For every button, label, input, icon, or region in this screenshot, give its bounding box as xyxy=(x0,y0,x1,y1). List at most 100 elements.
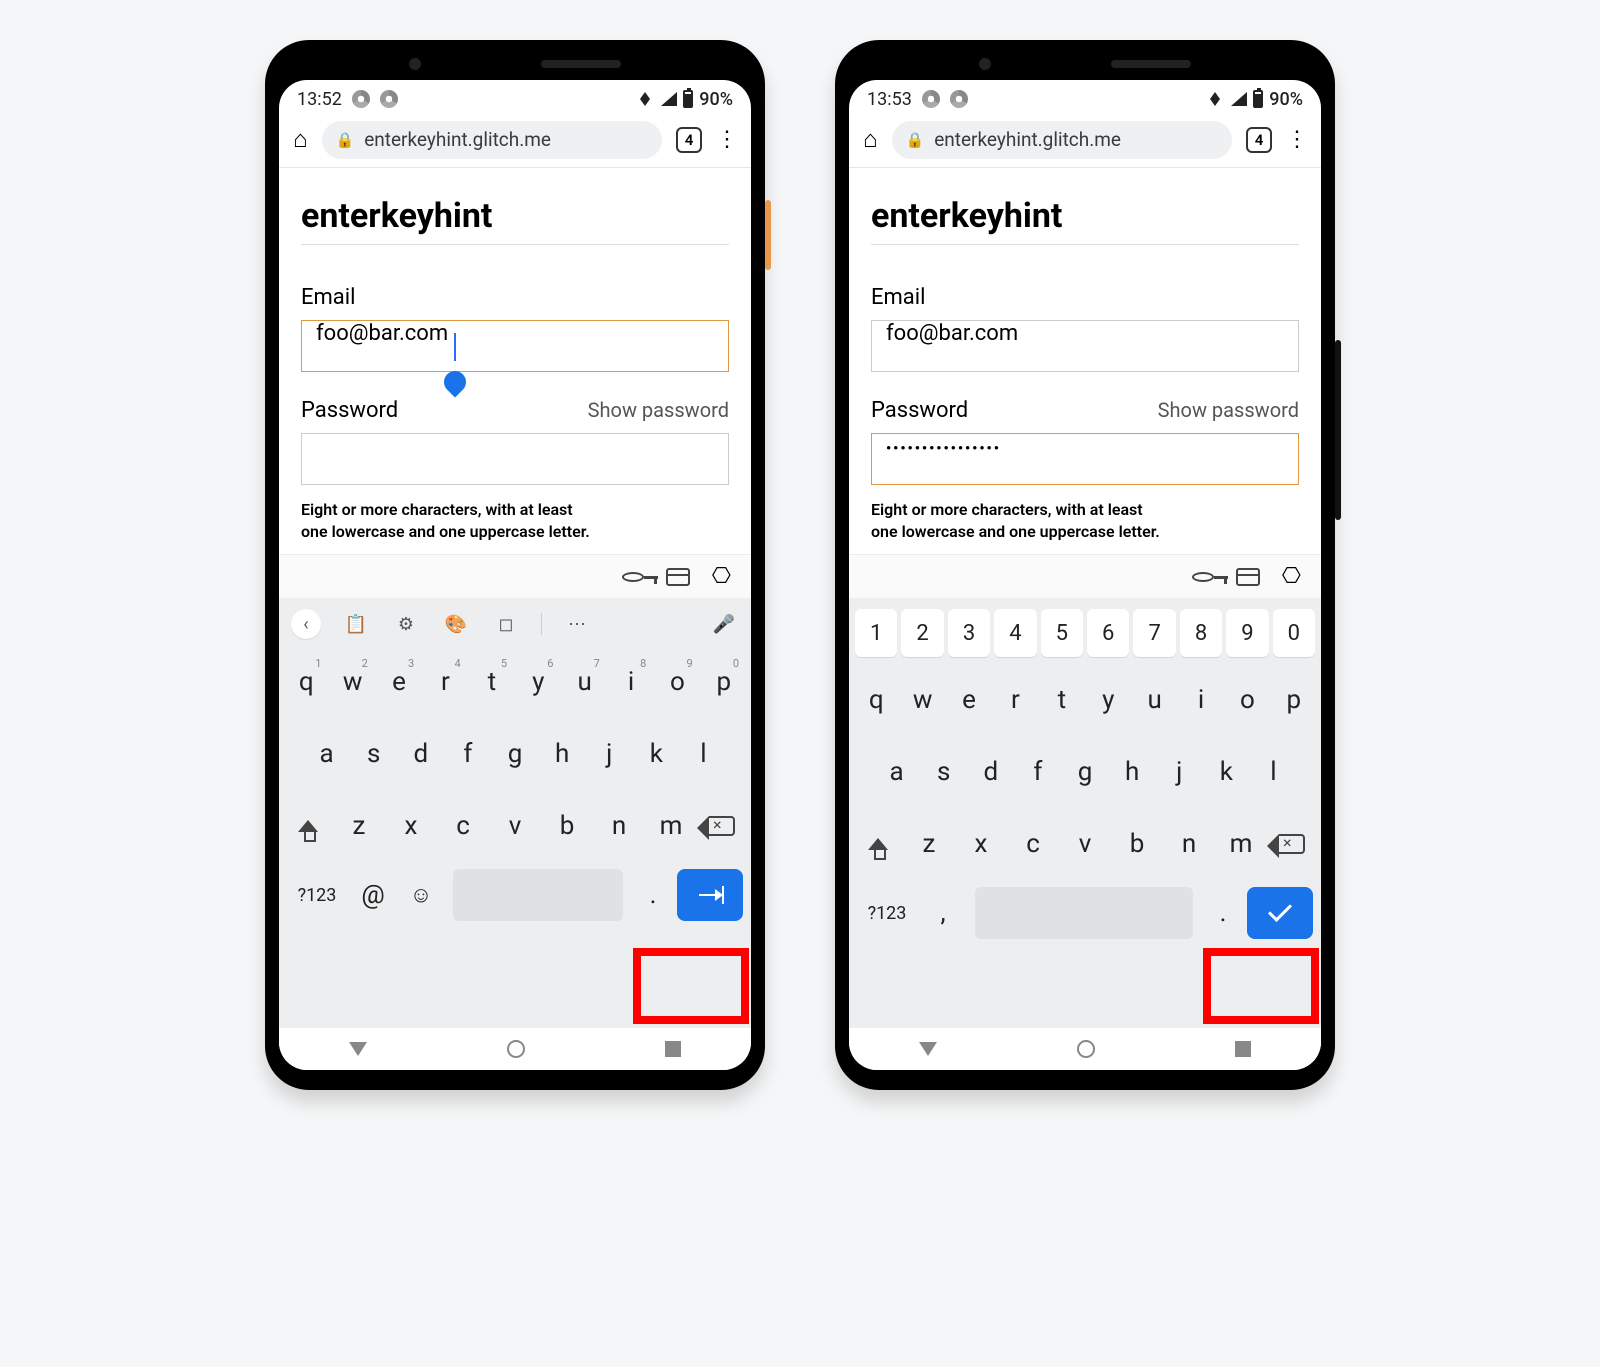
password-input[interactable] xyxy=(301,433,729,485)
key-d[interactable]: d xyxy=(969,743,1012,801)
email-input[interactable]: foo@bar.com xyxy=(871,320,1299,372)
period-key[interactable]: . xyxy=(1203,887,1243,939)
emoji-key[interactable]: ☺ xyxy=(399,869,443,921)
location-pin-icon[interactable]: ⎔ xyxy=(1282,564,1301,589)
location-pin-icon[interactable]: ⎔ xyxy=(712,564,731,589)
key-8[interactable]: 8 xyxy=(1180,609,1222,657)
comma-key[interactable]: , xyxy=(921,887,965,939)
key-t[interactable]: t5 xyxy=(471,653,513,711)
period-key[interactable]: . xyxy=(633,869,673,921)
nav-home-icon[interactable] xyxy=(1077,1040,1095,1058)
key-b[interactable]: b xyxy=(543,797,591,855)
symbols-key[interactable]: ?123 xyxy=(287,869,347,921)
gear-icon[interactable]: ⚙ xyxy=(391,609,421,639)
password-input[interactable]: •••••••••••••••• xyxy=(871,433,1299,485)
key-6[interactable]: 6 xyxy=(1087,609,1129,657)
key-2[interactable]: 2 xyxy=(901,609,943,657)
home-icon[interactable]: ⌂ xyxy=(863,125,878,154)
key-x[interactable]: x xyxy=(957,815,1005,873)
key-h[interactable]: h xyxy=(541,725,584,783)
key-z[interactable]: z xyxy=(905,815,953,873)
key-j[interactable]: j xyxy=(1158,743,1201,801)
key-0[interactable]: 0 xyxy=(1273,609,1315,657)
float-keyboard-icon[interactable]: ◻ xyxy=(491,609,521,639)
show-password-toggle[interactable]: Show password xyxy=(588,398,729,422)
key-k[interactable]: k xyxy=(635,725,678,783)
space-key[interactable] xyxy=(453,869,623,921)
enter-key-next[interactable] xyxy=(677,869,743,921)
key-w[interactable]: w2 xyxy=(331,653,373,711)
key-r[interactable]: r4 xyxy=(424,653,466,711)
key-g[interactable]: g xyxy=(493,725,536,783)
palette-icon[interactable]: 🎨 xyxy=(441,609,471,639)
key-y[interactable]: y6 xyxy=(517,653,559,711)
key-h[interactable]: h xyxy=(1111,743,1154,801)
password-key-icon[interactable] xyxy=(1192,572,1214,582)
more-icon[interactable]: ⋯ xyxy=(562,609,592,639)
shift-key[interactable] xyxy=(855,815,901,873)
key-9[interactable]: 9 xyxy=(1226,609,1268,657)
key-o[interactable]: o9 xyxy=(656,653,698,711)
key-1[interactable]: 1 xyxy=(855,609,897,657)
clipboard-icon[interactable]: 📋 xyxy=(341,609,371,639)
key-o[interactable]: o xyxy=(1226,671,1268,729)
enter-key-done[interactable] xyxy=(1247,887,1313,939)
key-5[interactable]: 5 xyxy=(1041,609,1083,657)
key-w[interactable]: w xyxy=(901,671,943,729)
key-a[interactable]: a xyxy=(305,725,348,783)
key-3[interactable]: 3 xyxy=(948,609,990,657)
key-7[interactable]: 7 xyxy=(1133,609,1175,657)
backspace-key[interactable] xyxy=(699,797,745,855)
key-f[interactable]: f xyxy=(446,725,489,783)
nav-back-icon[interactable] xyxy=(349,1042,367,1056)
email-input[interactable]: foo@bar.com xyxy=(301,320,729,372)
key-u[interactable]: u xyxy=(1133,671,1175,729)
key-s[interactable]: s xyxy=(352,725,395,783)
key-q[interactable]: q xyxy=(855,671,897,729)
keyboard-collapse-icon[interactable]: ‹ xyxy=(291,609,321,639)
password-key-icon[interactable] xyxy=(622,572,644,582)
key-u[interactable]: u7 xyxy=(563,653,605,711)
key-y[interactable]: y xyxy=(1087,671,1129,729)
nav-recent-icon[interactable] xyxy=(1235,1041,1251,1057)
key-a[interactable]: a xyxy=(875,743,918,801)
key-b[interactable]: b xyxy=(1113,815,1161,873)
key-l[interactable]: l xyxy=(682,725,725,783)
symbols-key[interactable]: ?123 xyxy=(857,887,917,939)
address-bar[interactable]: 🔒 enterkeyhint.glitch.me xyxy=(892,121,1233,159)
nav-home-icon[interactable] xyxy=(507,1040,525,1058)
key-r[interactable]: r xyxy=(994,671,1036,729)
key-p[interactable]: p xyxy=(1273,671,1315,729)
caret-handle-icon[interactable] xyxy=(439,366,470,397)
home-icon[interactable]: ⌂ xyxy=(293,125,308,154)
key-s[interactable]: s xyxy=(922,743,965,801)
key-m[interactable]: m xyxy=(647,797,695,855)
key-z[interactable]: z xyxy=(335,797,383,855)
key-m[interactable]: m xyxy=(1217,815,1265,873)
tab-count-button[interactable]: 4 xyxy=(676,127,702,153)
show-password-toggle[interactable]: Show password xyxy=(1158,398,1299,422)
tab-count-button[interactable]: 4 xyxy=(1246,127,1272,153)
key-n[interactable]: n xyxy=(595,797,643,855)
key-l[interactable]: l xyxy=(1252,743,1295,801)
key-p[interactable]: p0 xyxy=(703,653,745,711)
shift-key[interactable] xyxy=(285,797,331,855)
key-c[interactable]: c xyxy=(1009,815,1057,873)
key-i[interactable]: i xyxy=(1180,671,1222,729)
address-bar[interactable]: 🔒 enterkeyhint.glitch.me xyxy=(322,121,663,159)
key-c[interactable]: c xyxy=(439,797,487,855)
key-v[interactable]: v xyxy=(491,797,539,855)
key-f[interactable]: f xyxy=(1016,743,1059,801)
key-i[interactable]: i8 xyxy=(610,653,652,711)
key-v[interactable]: v xyxy=(1061,815,1109,873)
payment-card-icon[interactable] xyxy=(666,568,690,586)
overflow-menu-icon[interactable]: ⋮ xyxy=(716,127,737,152)
nav-recent-icon[interactable] xyxy=(665,1041,681,1057)
key-4[interactable]: 4 xyxy=(994,609,1036,657)
key-q[interactable]: q1 xyxy=(285,653,327,711)
nav-back-icon[interactable] xyxy=(919,1042,937,1056)
at-key[interactable]: @ xyxy=(351,869,395,921)
overflow-menu-icon[interactable]: ⋮ xyxy=(1286,127,1307,152)
key-d[interactable]: d xyxy=(399,725,442,783)
key-j[interactable]: j xyxy=(588,725,631,783)
